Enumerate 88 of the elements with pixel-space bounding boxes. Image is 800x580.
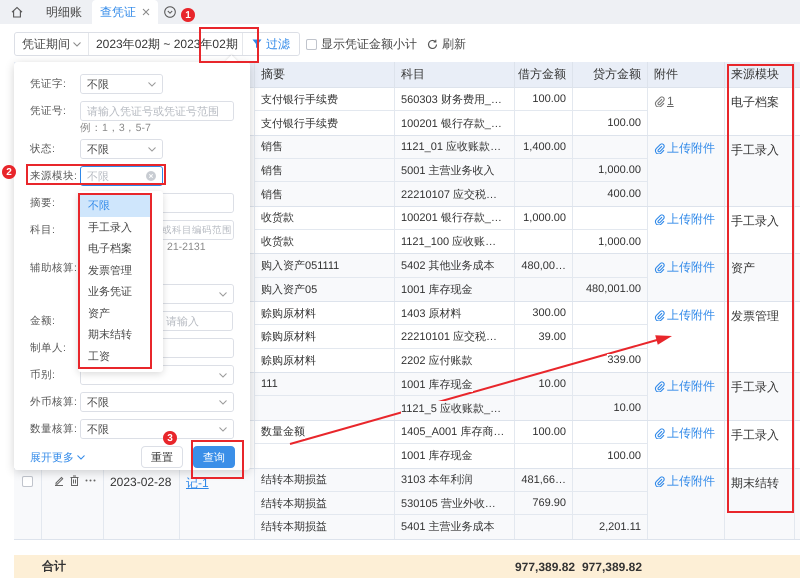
column-header: 摘要	[255, 62, 395, 87]
table-cell: 赊购原材料	[261, 306, 316, 321]
table-cell: 结转本期损益	[261, 472, 327, 488]
table-cell: 1403 原材料	[401, 306, 462, 321]
table-cell: 100.00	[607, 450, 641, 462]
hint-text: 21-2131	[167, 241, 206, 253]
total-amount: 977,389.82	[580, 560, 643, 574]
table-cell: 100.00	[532, 93, 566, 106]
step-badge: 2	[2, 165, 16, 179]
table-cell: 400.00	[607, 188, 641, 200]
table-cell: 339.00	[607, 354, 641, 366]
table-cell: 数量金额	[261, 424, 305, 440]
table-cell: 2202 应付账款	[401, 352, 473, 368]
table-cell: 结转本期损益	[261, 496, 327, 511]
table-cell: 期末结转	[731, 476, 779, 490]
table-cell: 22210101 应交税…	[401, 329, 497, 344]
table-cell: 支付银行手续费	[261, 116, 338, 131]
table-cell: 结转本期损益	[261, 519, 327, 534]
table-cell: 手工录入	[731, 214, 779, 228]
table-cell: 1,000.00	[523, 212, 566, 224]
table-cell: 购入资产051111	[261, 258, 340, 274]
table-cell: 1,400.00	[523, 140, 566, 153]
column-header: 附件	[648, 62, 725, 87]
table-cell: 100.00	[532, 426, 566, 438]
field-label: 金额:	[30, 314, 56, 328]
field-label: 状态:	[30, 142, 56, 156]
table-cell: 1121_01 应收账款…	[401, 139, 502, 154]
table-cell: 1121_5 应收账款_…	[401, 400, 502, 416]
table-cell: 5001 主营业务收入	[401, 162, 495, 178]
table-cell: 1001 库存现金	[401, 448, 473, 464]
table-cell: 销售	[261, 186, 283, 202]
table-cell: 10.00	[538, 378, 566, 390]
table-cell: 1,000.00	[598, 164, 641, 176]
table-cell: 5402 其他业务成本	[401, 258, 495, 274]
table-cell: 手工录入	[731, 142, 779, 157]
field-label: 凭证字:	[30, 77, 67, 91]
table-cell: 1,000.00	[598, 236, 641, 248]
table-cell: 5401 主营业务成本	[401, 519, 495, 534]
checkbox-label: 显示凭证金额小计	[320, 36, 417, 52]
table-cell: 530105 营业外收…	[401, 496, 496, 511]
table-cell: 100201 银行存款_…	[401, 210, 502, 226]
table-cell: 销售	[261, 162, 283, 178]
table-cell: 1001 库存现金	[401, 376, 473, 392]
table-cell: 39.00	[538, 330, 566, 343]
field-label: 辅助核算:	[30, 261, 78, 276]
field-label: 来源模块:	[30, 169, 78, 183]
table-cell: 3103 本年利润	[401, 472, 473, 488]
table-cell: 480,001.00	[586, 283, 641, 296]
table-cell: 收货款	[261, 210, 294, 226]
table-cell: 支付银行手续费	[261, 92, 338, 107]
column-header: 来源模块	[725, 62, 795, 87]
field-label: 凭证号:	[30, 104, 67, 118]
field-label: 制单人:	[30, 341, 67, 355]
total-amount: 977,389.82	[515, 560, 573, 574]
table-cell: 480,00…	[521, 260, 566, 272]
table-cell: 资产	[731, 261, 755, 276]
table-cell: 发票管理	[731, 309, 779, 324]
field-label: 外币核算:	[30, 395, 78, 409]
table-cell: 赊购原材料	[261, 329, 316, 344]
total-label: 合计	[41, 558, 67, 575]
hint-text: 例：1，3，5-7	[80, 122, 151, 134]
table-cell: 手工录入	[731, 428, 779, 442]
table-cell: 1405_A001 库存商…	[401, 424, 504, 440]
table-cell: 电子档案	[731, 95, 779, 109]
column-header: 贷方金额	[573, 62, 648, 87]
field-label: 币别:	[30, 368, 56, 382]
table-cell: 300.00	[532, 307, 566, 320]
table-cell: 赊购原材料	[261, 352, 316, 368]
table-cell: 1001 库存现金	[401, 282, 473, 297]
table-cell: 769.90	[532, 497, 566, 510]
column-header: 借方金额	[515, 62, 573, 87]
table-cell: 560303 财务费用_…	[401, 92, 502, 107]
table-cell: 22210107 应交税…	[401, 186, 497, 202]
table-cell: 100.00	[607, 117, 641, 130]
table-cell: 10.00	[613, 402, 641, 414]
table-cell: 481,66…	[521, 474, 566, 486]
field-label: 数量核算:	[30, 422, 78, 436]
field-label: 摘要:	[30, 196, 56, 210]
table-cell: 100201 银行存款_…	[401, 116, 502, 131]
table-cell: 手工录入	[731, 380, 779, 394]
table-cell: 2,201.11	[598, 520, 641, 533]
table-cell: 购入资产05	[261, 282, 318, 297]
table-cell: 收货款	[261, 234, 294, 250]
table-cell: 1121_100 应收账…	[401, 234, 496, 250]
table-cell: 销售	[261, 139, 283, 154]
date-text: 2023-02-28	[110, 474, 172, 488]
field-label: 科目:	[30, 223, 56, 237]
column-header: 科目	[395, 62, 515, 87]
